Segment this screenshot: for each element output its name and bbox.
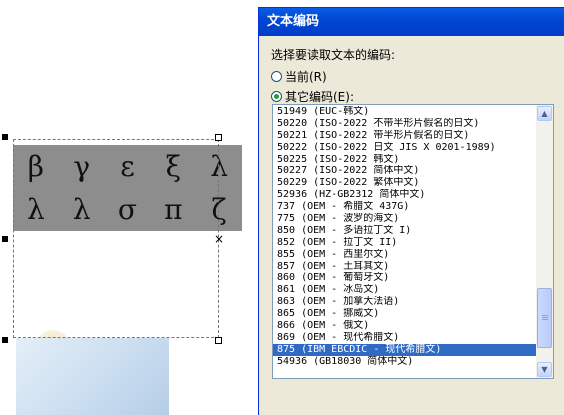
selection-frame[interactable] bbox=[13, 139, 219, 338]
encoding-list-item[interactable]: 51949 (EUC-韩文) bbox=[273, 106, 537, 118]
encoding-list-item[interactable]: 869 (OEM - 现代希腊文) bbox=[273, 332, 537, 344]
resize-handle[interactable] bbox=[215, 337, 222, 344]
scroll-down-icon[interactable]: ▼ bbox=[537, 362, 552, 377]
resize-handle[interactable] bbox=[2, 134, 8, 140]
radio-current-label: 当前(R) bbox=[285, 70, 327, 84]
encoding-list-item[interactable]: 852 (OEM - 拉丁文 II) bbox=[273, 237, 537, 249]
encoding-list-item[interactable]: 50221 (ISO-2022 带半形片假名的日文) bbox=[273, 130, 537, 142]
encoding-list-item[interactable]: 54936 (GB18030 简体中文) bbox=[273, 356, 537, 368]
encoding-list-item[interactable]: 857 (OEM - 土耳其文) bbox=[273, 261, 537, 273]
encoding-list-item[interactable]: 737 (OEM - 希腊文 437G) bbox=[273, 201, 537, 213]
resize-handle[interactable] bbox=[2, 337, 8, 343]
encoding-list-item[interactable]: 855 (OEM - 西里尔文) bbox=[273, 249, 537, 261]
encoding-scrollbar[interactable]: ▲ ▼ bbox=[536, 105, 553, 378]
resize-handle[interactable] bbox=[2, 236, 8, 242]
close-icon[interactable]: × bbox=[214, 232, 224, 246]
radio-other-label: 其它编码(E): bbox=[285, 90, 354, 104]
radio-other[interactable]: 其它编码(E): bbox=[271, 88, 354, 105]
resize-handle[interactable] bbox=[215, 134, 222, 141]
encoding-list-item[interactable]: 866 (OEM - 俄文) bbox=[273, 320, 537, 332]
encoding-list-item[interactable]: 860 (OEM - 葡萄牙文) bbox=[273, 272, 537, 284]
radio-other-button[interactable] bbox=[271, 91, 282, 102]
radio-current[interactable]: 当前(R) bbox=[271, 68, 327, 85]
scroll-up-icon[interactable]: ▲ bbox=[537, 106, 552, 121]
scroll-thumb[interactable] bbox=[537, 288, 552, 348]
encoding-prompt: 选择要读取文本的编码: bbox=[271, 48, 396, 62]
radio-current-button[interactable] bbox=[271, 71, 282, 82]
encoding-items: 51949 (EUC-韩文) 50220 (ISO-2022 不带半形片假名的日文… bbox=[273, 106, 537, 368]
encoding-list-item[interactable]: 50222 (ISO-2022 日文 JIS X 0201-1989) bbox=[273, 142, 537, 154]
encoding-list-item[interactable]: 850 (OEM - 多语拉丁文 I) bbox=[273, 225, 537, 237]
encoding-list-item[interactable]: 875 (IBM EBCDIC - 现代希腊文) bbox=[273, 343, 537, 356]
text-encoding-dialog: 文本编码 选择要读取文本的编码: 当前(R) 其它编码(E): 51949 (E… bbox=[258, 7, 564, 415]
background-image bbox=[16, 338, 169, 415]
dialog-title: 文本编码 bbox=[259, 8, 564, 36]
encoding-list-item[interactable]: 861 (OEM - 冰岛文) bbox=[273, 284, 537, 296]
encoding-list[interactable]: 51949 (EUC-韩文) 50220 (ISO-2022 不带半形片假名的日文… bbox=[272, 104, 554, 379]
encoding-list-item[interactable]: 52936 (HZ-GB2312 简体中文) bbox=[273, 189, 537, 201]
encoding-list-item[interactable]: 50220 (ISO-2022 不带半形片假名的日文) bbox=[273, 118, 537, 130]
encoding-list-item[interactable]: 775 (OEM - 波罗的海文) bbox=[273, 213, 537, 225]
encoding-list-item[interactable]: 50229 (ISO-2022 繁体中文) bbox=[273, 177, 537, 189]
encoding-list-item[interactable]: 50225 (ISO-2022 韩文) bbox=[273, 154, 537, 166]
encoding-list-item[interactable]: 50227 (ISO-2022 简体中文) bbox=[273, 165, 537, 177]
encoding-list-item[interactable]: 863 (OEM - 加拿大法语) bbox=[273, 296, 537, 308]
encoding-list-item[interactable]: 865 (OEM - 挪威文) bbox=[273, 308, 537, 320]
